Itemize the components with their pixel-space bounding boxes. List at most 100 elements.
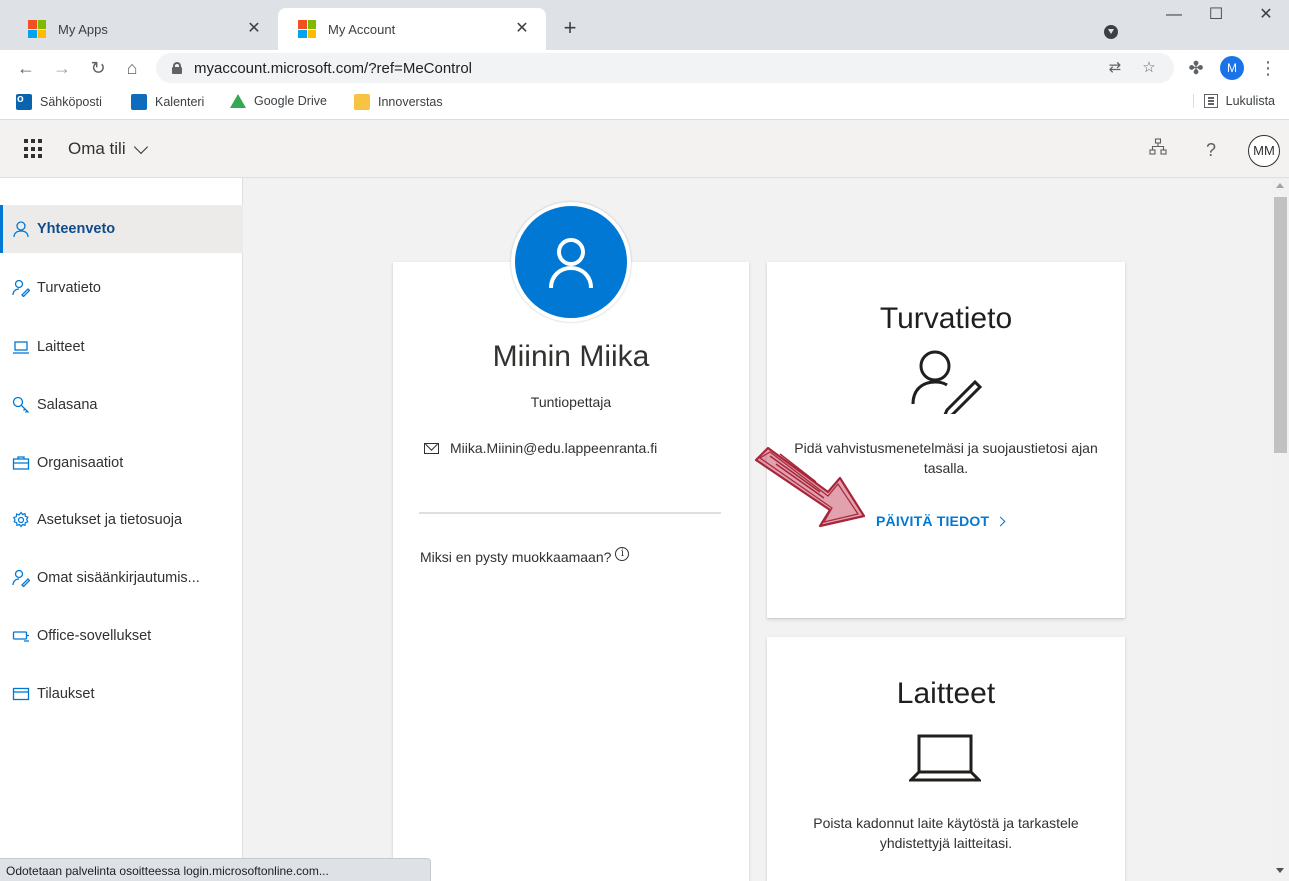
bookmark-google-drive[interactable]: Google Drive [230,94,327,108]
url-text: myaccount.microsoft.com/?ref=MeControl [194,59,473,77]
bookmark-innoverstas[interactable]: Innoverstas [354,94,443,110]
org-chart-icon[interactable] [1146,138,1170,162]
devices-card: Laitteet Poista kadonnut laite käytöstä … [767,637,1125,881]
close-tab-icon[interactable]: ✕ [512,19,532,39]
info-icon[interactable]: i [615,547,630,561]
close-tab-icon[interactable]: ✕ [244,19,264,39]
bookmark-kalenteri[interactable]: Kalenteri [131,94,204,110]
sidebar-item-label: Tilaukset [37,686,95,702]
lock-icon[interactable] [172,62,182,74]
extensions-icon[interactable]: ✤ [1182,54,1210,82]
help-icon[interactable]: ? [1199,138,1223,162]
star-icon[interactable]: ☆ [1138,57,1160,79]
why-cant-edit-link[interactable]: Miksi en pysty muokkaamaan? i [420,547,630,565]
maximize-button[interactable]: ☐ [1193,0,1239,32]
mail-icon [424,442,439,454]
app-header: Oma tili ? MM [0,121,1289,178]
email-text: Miika.Miinin@edu.lappeenranta.fi [450,440,658,456]
card-description: Poista kadonnut laite käytöstä ja tarkas… [813,815,1079,851]
home-icon[interactable]: ⌂ [118,54,146,82]
sidebar-item-label: Turvatieto [37,280,101,296]
scroll-thumb[interactable] [1274,197,1287,453]
sidebar-item-organisaatiot[interactable]: Organisaatiot [0,439,243,487]
sidebar-item-label: Laitteet [37,339,85,355]
reload-icon[interactable]: ↻ [84,54,112,82]
scroll-down-icon[interactable] [1276,868,1284,873]
sidebar-item-turvatieto[interactable]: Turvatieto [0,264,243,312]
back-icon[interactable]: ← [12,54,40,82]
sidebar-item-sisaankirjautumiset[interactable]: Omat sisäänkirjautumis... [0,554,243,602]
app-launcher-icon[interactable] [24,139,44,159]
forward-icon[interactable]: → [48,54,76,82]
gear-icon [11,511,31,529]
office-apps-icon [11,627,31,645]
microsoft-logo-icon [28,20,46,38]
tab-title: My Apps [58,21,108,37]
scrollbar[interactable] [1272,178,1289,881]
google-drive-icon [230,94,246,108]
divider [419,512,721,514]
sidebar: Yhteenveto Turvatieto Laitteet Salasana … [0,178,243,881]
sidebar-item-tilaukset[interactable]: Tilaukset [0,670,243,718]
user-avatar[interactable]: MM [1248,135,1280,167]
bookmark-label: Kalenteri [155,95,205,109]
app-title-dropdown[interactable]: Oma tili [68,139,148,159]
card-title: Turvatieto [879,302,1013,335]
link-label: PÄIVITÄ TIEDOT [876,513,990,529]
tab-my-account[interactable]: My Account ✕ [278,8,546,50]
chrome-menu-icon[interactable]: ⋮ [1254,54,1282,82]
browser-toolbar: ← → ↻ ⌂ myaccount.microsoft.com/?ref=MeC… [0,50,1289,86]
reading-list-label: Lukulista [1225,94,1275,108]
person-edit-icon [911,350,983,414]
sidebar-item-laitteet[interactable]: Laitteet [0,323,243,371]
person-sign-in-icon [11,569,31,587]
sidebar-item-salasana[interactable]: Salasana [0,381,243,429]
card-title: Laitteet [896,677,996,710]
profile-name: Miinin Miika [492,340,650,373]
close-window-button[interactable]: ✕ [1243,0,1289,32]
laptop-icon [909,734,981,782]
chevron-down-icon [133,139,148,154]
status-bar: Odotetaan palvelinta osoitteessa login.m… [0,858,431,881]
bookmark-label: Sähköposti [40,95,102,109]
bookmark-label: Innoverstas [378,95,443,109]
chevron-right-icon [995,516,1006,526]
sidebar-item-label: Organisaatiot [37,455,124,471]
reading-list-button[interactable]: Lukulista [1192,94,1275,108]
sidebar-item-asetukset[interactable]: Asetukset ja tietosuoja [0,496,243,544]
bookmark-sahkoposti[interactable]: Sähköposti [16,93,102,110]
key-icon [11,396,31,414]
tab-my-apps[interactable]: My Apps ✕ [8,8,278,50]
scroll-up-icon[interactable] [1276,183,1284,188]
person-icon [549,238,593,289]
new-tab-button[interactable]: + [556,14,584,42]
person-icon [11,220,31,238]
calendar-icon [131,94,147,110]
annotation-arrow-icon [754,446,866,528]
briefcase-icon [11,454,31,472]
sidebar-item-yhteenveto[interactable]: Yhteenveto [0,205,243,253]
translate-icon[interactable]: ⇄ [1104,57,1126,79]
profile-email: Miika.Miinin@edu.lappeenranta.fi [424,440,657,456]
profile-role: Tuntiopettaja [530,394,612,410]
tab-search-icon[interactable] [1104,25,1118,39]
address-bar[interactable]: myaccount.microsoft.com/?ref=MeControl ⇄… [156,53,1174,83]
sidebar-item-label: Salasana [37,397,98,413]
reading-list-icon [1203,94,1218,108]
sidebar-item-label: Office-sovellukset [37,628,152,644]
app-title: Oma tili [68,139,126,158]
person-key-icon [11,279,31,297]
chrome-profile-avatar[interactable]: M [1220,56,1244,80]
folder-icon [354,94,370,110]
sidebar-item-label: Asetukset ja tietosuoja [37,512,183,528]
sidebar-item-label: Omat sisäänkirjautumis... [37,570,200,586]
update-info-link[interactable]: PÄIVITÄ TIEDOT [876,513,1006,529]
bookmark-label: Google Drive [254,94,327,108]
sidebar-item-office-sovellukset[interactable]: Office-sovellukset [0,612,243,660]
why-text: Miksi en pysty muokkaamaan? [420,549,612,565]
bookmarks-bar: Sähköposti Kalenteri Google Drive Innove… [0,86,1289,120]
browser-tab-strip: My Apps ✕ My Account ✕ + — ☐ ✕ [0,0,1289,50]
outlook-icon [16,93,32,110]
tab-title: My Account [328,21,396,37]
minimize-button[interactable]: — [1151,0,1197,32]
